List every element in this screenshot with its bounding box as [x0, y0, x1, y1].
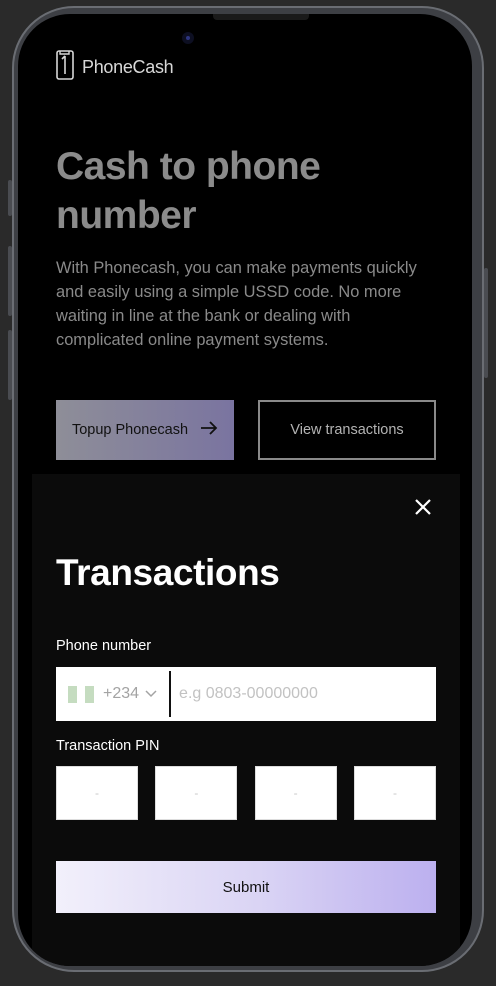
topup-button[interactable]: Topup Phonecash [56, 400, 234, 460]
modal-title: Transactions [56, 552, 280, 593]
pin-input-2[interactable]: - [155, 766, 238, 820]
submit-button[interactable]: Submit [56, 861, 436, 913]
pin-inputs: - - - - [56, 766, 436, 820]
pin-input-4[interactable]: - [353, 766, 436, 820]
pin-input-1[interactable]: - [56, 766, 138, 820]
power-button [484, 268, 488, 378]
chevron-down-icon[interactable] [145, 687, 159, 701]
speaker-grille [213, 14, 309, 20]
arrow-right-icon [200, 421, 218, 439]
silent-switch [8, 180, 12, 216]
pin-input-3[interactable]: - [254, 766, 337, 820]
hero-description: With Phonecash, you can make payments qu… [56, 259, 417, 349]
topup-button-label: Topup Phonecash [71, 422, 189, 438]
volume-down-button [8, 330, 12, 400]
nigeria-flag-icon [68, 685, 95, 703]
submit-button-label: Submit [222, 878, 270, 896]
phone-number-field: +234 [56, 667, 436, 721]
close-button[interactable] [410, 496, 436, 522]
front-camera [182, 32, 194, 44]
screen: PhoneCash Cash to phone number With Phon… [18, 14, 472, 966]
phone-number-input[interactable] [179, 685, 420, 703]
view-transactions-button[interactable]: View transactions [258, 400, 436, 460]
hero-title: Cash to phone number [56, 145, 321, 237]
country-code-select[interactable]: +234 [103, 685, 139, 703]
brand-name: PhoneCash [82, 57, 174, 77]
phone-logo-icon [56, 50, 76, 85]
view-transactions-label: View transactions [290, 422, 404, 438]
phone-number-label: Phone number [56, 638, 152, 654]
brand-logo[interactable]: PhoneCash [56, 50, 174, 85]
volume-up-button [8, 246, 12, 316]
input-cursor-divider [169, 671, 172, 717]
transaction-pin-label: Transaction PIN [56, 738, 160, 754]
transactions-modal: Transactions Phone number +234 Transacti… [32, 474, 460, 966]
close-icon [414, 498, 432, 521]
